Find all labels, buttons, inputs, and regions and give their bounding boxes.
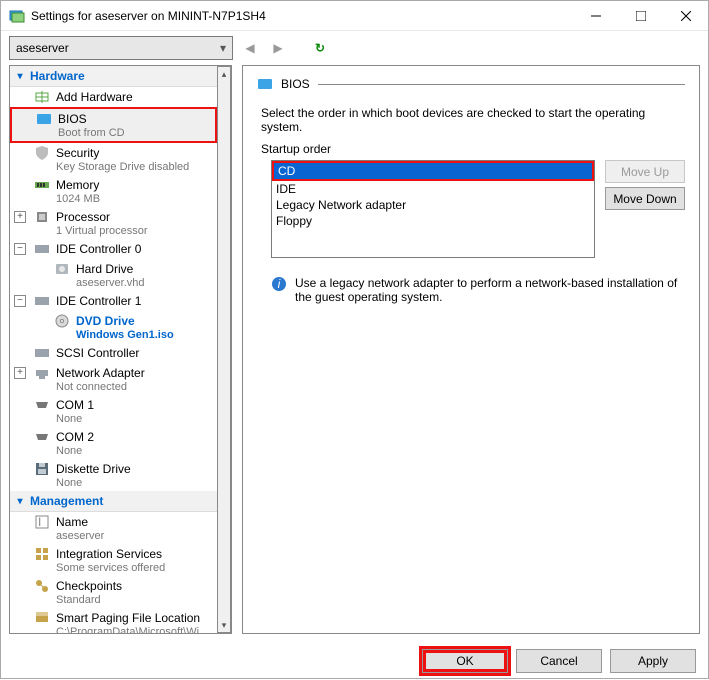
harddrive-icon <box>54 261 70 277</box>
divider <box>318 84 685 85</box>
integration-icon <box>34 546 50 562</box>
move-up-button: Move Up <box>605 160 685 183</box>
nav-next-button[interactable]: ▶ <box>267 37 289 59</box>
shield-icon <box>34 145 50 161</box>
hardware-section[interactable]: ▾ Hardware <box>10 66 217 87</box>
dvd-icon <box>54 313 70 329</box>
tree-checkpoints[interactable]: Checkpoints Standard <box>10 576 217 608</box>
chevron-down-icon: ▾ <box>220 41 226 55</box>
tree-com2[interactable]: COM 2 None <box>10 427 217 459</box>
list-item[interactable]: Legacy Network adapter <box>272 197 594 213</box>
apply-button[interactable]: Apply <box>610 649 696 673</box>
diskette-icon <box>34 461 50 477</box>
scroll-down-icon[interactable]: ▾ <box>218 618 230 632</box>
scsi-icon <box>34 345 50 361</box>
ok-button[interactable]: OK <box>422 649 508 673</box>
info-icon: i <box>271 276 287 292</box>
close-button[interactable] <box>663 1 708 31</box>
tree-integration[interactable]: Integration Services Some services offer… <box>10 544 217 576</box>
list-item[interactable]: Floppy <box>272 213 594 229</box>
list-item[interactable]: CD <box>274 163 592 179</box>
toolbar: aseserver ▾ ◀ ▶ ↻ <box>1 31 708 65</box>
refresh-button[interactable]: ↻ <box>309 37 331 59</box>
add-hardware-icon <box>34 89 50 105</box>
tree-network-adapter[interactable]: + Network Adapter Not connected <box>10 363 217 395</box>
tree-security[interactable]: Security Key Storage Drive disabled <box>10 143 217 175</box>
scrollbar[interactable]: ▴ ▾ <box>217 66 231 633</box>
management-section[interactable]: ▾ Management <box>10 491 217 512</box>
vm-selector-value: aseserver <box>16 41 69 55</box>
tree-harddrive[interactable]: Hard Drive aseserver.vhd <box>10 259 217 291</box>
bios-icon <box>257 76 273 92</box>
title-bar: Settings for aseserver on MININT-N7P1SH4 <box>1 1 708 31</box>
tree-add-hardware[interactable]: Add Hardware <box>10 87 217 107</box>
settings-tree: ▾ Hardware Add Hardware BIOS Boot from C… <box>9 65 232 634</box>
controller-icon <box>34 293 50 309</box>
com-port-icon <box>34 397 50 413</box>
app-icon <box>9 8 25 24</box>
com-port-icon <box>34 429 50 445</box>
dialog-footer: OK Cancel Apply <box>1 642 708 680</box>
collapse-icon: ▾ <box>14 71 26 82</box>
tree-ide0[interactable]: − IDE Controller 0 <box>10 239 217 259</box>
info-text: Use a legacy network adapter to perform … <box>295 276 679 304</box>
tree-processor[interactable]: + Processor 1 Virtual processor <box>10 207 217 239</box>
minimize-button[interactable] <box>573 1 618 31</box>
tree-memory[interactable]: Memory 1024 MB <box>10 175 217 207</box>
tree-com1[interactable]: COM 1 None <box>10 395 217 427</box>
tree-bios[interactable]: BIOS Boot from CD <box>10 107 217 143</box>
scroll-up-icon[interactable]: ▴ <box>218 67 230 81</box>
controller-icon <box>34 241 50 257</box>
startup-order-label: Startup order <box>261 142 685 156</box>
paging-icon <box>34 610 50 626</box>
window-title: Settings for aseserver on MININT-N7P1SH4 <box>31 9 573 23</box>
tree-name[interactable]: IName aseserver <box>10 512 217 544</box>
bios-icon <box>36 111 52 127</box>
name-icon: I <box>34 514 50 530</box>
tree-scsi[interactable]: SCSI Controller <box>10 343 217 363</box>
processor-icon <box>34 209 50 225</box>
expander-icon[interactable]: − <box>14 295 26 307</box>
list-item[interactable]: IDE <box>272 181 594 197</box>
nav-prev-button[interactable]: ◀ <box>239 37 261 59</box>
panel-heading: BIOS <box>281 77 310 91</box>
expander-icon[interactable]: + <box>14 211 26 223</box>
vm-selector[interactable]: aseserver ▾ <box>9 36 233 60</box>
settings-panel: BIOS Select the order in which boot devi… <box>242 65 700 634</box>
expander-icon[interactable]: + <box>14 367 26 379</box>
tree-dvd[interactable]: DVD Drive Windows Gen1.iso <box>10 311 217 343</box>
maximize-button[interactable] <box>618 1 663 31</box>
main-area: ▾ Hardware Add Hardware BIOS Boot from C… <box>1 65 708 642</box>
panel-description: Select the order in which boot devices a… <box>261 106 685 134</box>
network-icon <box>34 365 50 381</box>
checkpoints-icon <box>34 578 50 594</box>
expander-icon[interactable]: − <box>14 243 26 255</box>
tree-ide1[interactable]: − IDE Controller 1 <box>10 291 217 311</box>
memory-icon <box>34 177 50 193</box>
tree-paging[interactable]: Smart Paging File Location C:\ProgramDat… <box>10 608 217 633</box>
move-down-button[interactable]: Move Down <box>605 187 685 210</box>
tree-diskette[interactable]: Diskette Drive None <box>10 459 217 491</box>
svg-text:i: i <box>278 277 281 291</box>
collapse-icon: ▾ <box>14 496 26 507</box>
svg-text:I: I <box>38 515 41 529</box>
startup-order-list[interactable]: CD IDE Legacy Network adapter Floppy <box>271 160 595 258</box>
cancel-button[interactable]: Cancel <box>516 649 602 673</box>
